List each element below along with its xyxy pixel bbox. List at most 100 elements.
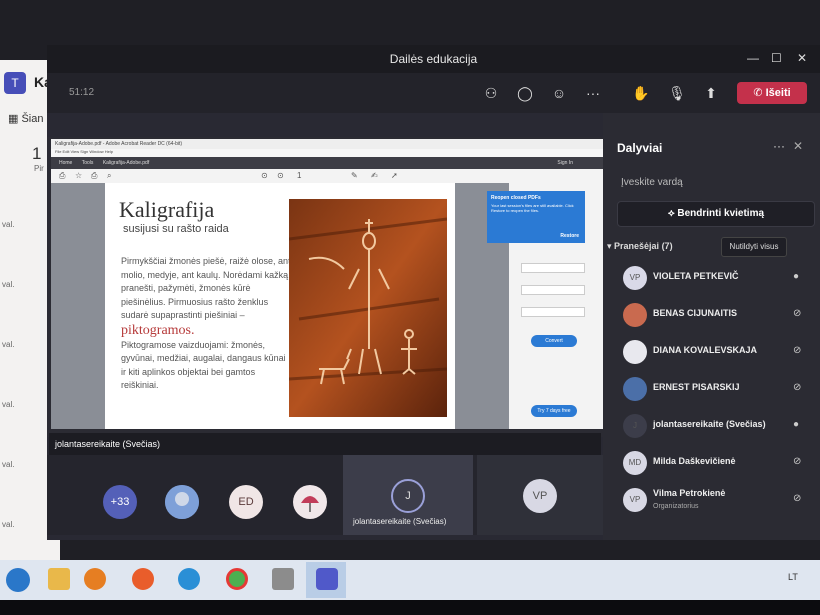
mic-on-icon: ● (793, 419, 800, 430)
participant-row[interactable]: MD Milda Daškevičienė ⊘ (611, 448, 816, 480)
date-number: 1 (32, 144, 42, 163)
participants-panel: Dalyviai ··· ✕ Įveskite vardą ⟡ Bendrint… (603, 113, 820, 540)
people-icon[interactable]: ⚇ (481, 83, 501, 103)
more-icon[interactable]: ··· (583, 83, 603, 103)
acrobat-toolbar: ⎙ ☆ ⎙ ⌕ ⊙ ⊙ 1 ✎ ✍ ➚ (51, 169, 603, 184)
popup-body: Your last session's files are still avai… (491, 203, 574, 213)
avatar: VP (523, 479, 557, 513)
firefox-icon[interactable] (132, 568, 154, 590)
participant-name: Milda Daškevičienė (653, 456, 736, 466)
panel-field (521, 285, 585, 295)
convert-button[interactable]: Convert (531, 335, 577, 347)
avatar: J (391, 479, 425, 513)
avatar: ED (229, 485, 263, 519)
page-down-icon: ⊙ (277, 171, 284, 180)
participant-tile[interactable]: VP (477, 455, 603, 535)
sign-icon: ✍ (371, 171, 378, 180)
meeting-window: Dailės edukacija — ☐ ✕ 51:12 ⚇ ◯ ☺ ··· ✋… (47, 45, 820, 540)
slide-body: Pirmykščiai žmonės piešė, raižė olose, a… (121, 255, 291, 393)
star-icon: ☆ (75, 171, 83, 180)
desktop: T Ka ▦ Šian 1 Pir val. val. val. val. va… (0, 0, 820, 600)
minimize-icon[interactable]: — (747, 51, 759, 65)
participant-row[interactable]: VP Vilma Petrokienė Organizatorius ⊘ (611, 485, 816, 517)
panel-field (521, 307, 585, 317)
participant-row[interactable]: Jjolantasereikaite (Svečias) ● (611, 411, 816, 443)
presenters-header[interactable]: ▾ Pranešėjai (7) (607, 241, 673, 252)
page-up-icon: ⊙ (261, 171, 268, 180)
shared-screen: Kaligrafija-Adobe.pdf - Adobe Acrobat Re… (47, 137, 603, 455)
panel-title: Dalyviai (617, 141, 663, 155)
avatar (165, 485, 199, 519)
petroglyph-image (289, 199, 447, 417)
reactions-icon[interactable]: ☺ (549, 83, 569, 103)
close-icon[interactable]: ✕ (797, 51, 807, 65)
participant-row[interactable]: ERNEST PISARSKIJ ⊘ (611, 374, 816, 406)
media-player-icon[interactable] (84, 568, 106, 590)
pen-icon: ✎ (351, 171, 358, 180)
slide-paragraph: Pirmykščiai žmonės piešė, raižė olose, a… (121, 256, 291, 320)
teams-icon[interactable] (316, 568, 338, 590)
avatar (623, 377, 647, 401)
umbrella-icon (301, 496, 319, 512)
avatar: VP (623, 266, 647, 290)
mute-all-button[interactable]: Nutildyti visus (721, 237, 787, 257)
share-icon[interactable]: ⬆ (701, 83, 721, 103)
mic-off-icon: ⊘ (793, 308, 802, 319)
mic-icon[interactable]: 🎙 (667, 83, 687, 103)
overflow-participants[interactable]: +33 (103, 485, 137, 519)
participant-row[interactable]: BENAS CIJUNAITIS ⊘ (611, 300, 816, 332)
participant-name: Vilma Petrokienė (653, 488, 726, 498)
popup-title: Reopen closed PDFs (491, 195, 541, 201)
start-button[interactable] (6, 568, 30, 592)
chrome-icon[interactable] (226, 568, 248, 590)
mic-off-icon: ⊘ (793, 345, 802, 356)
participant-name: DIANA KOVALEVSKAJA (653, 345, 758, 355)
raise-hand-icon[interactable]: ✋ (631, 83, 651, 103)
avatar (623, 303, 647, 327)
share-link-icon: ⟡ (667, 208, 678, 219)
acrobat-tabs: Home Tools Kaligrafija-Adobe.pdf Sign In (51, 157, 603, 169)
leave-button[interactable]: ✆ Išeiti (737, 82, 807, 104)
avatar (623, 340, 647, 364)
participant-row[interactable]: DIANA KOVALEVSKAJA ⊘ (611, 337, 816, 369)
active-speaker-name: jolantasereikaite (Svečias) (353, 517, 447, 526)
slide-highlight: piktogramos. (121, 322, 195, 338)
sign-in-label: Sign In (557, 160, 573, 166)
language-indicator[interactable]: LT (788, 572, 798, 582)
leave-label: Išeiti (765, 87, 791, 99)
participant-search-input[interactable]: Įveskite vardą (621, 177, 683, 188)
close-panel-icon[interactable]: ✕ (793, 139, 803, 153)
file-explorer-icon[interactable] (48, 568, 70, 590)
time-label: val. (2, 400, 15, 409)
mic-off-icon: ⊘ (793, 493, 802, 504)
share-invite-button[interactable]: ⟡ Bendrinti kvietimą (617, 201, 815, 227)
time-label: val. (2, 280, 15, 289)
page-indicator: 1 (297, 171, 302, 180)
slide-title: Kaligrafija (119, 197, 215, 222)
today-button[interactable]: ▦ Šian (8, 112, 43, 125)
slide-paragraph: Piktogramose vaizduojami: žmonės, gyvūna… (121, 339, 286, 391)
reopen-popup: Reopen closed PDFs Your last session's f… (487, 191, 585, 243)
mic-on-icon: ● (793, 271, 800, 282)
search-icon: ⌕ (107, 171, 112, 180)
window-title: Dailės edukacija (389, 52, 478, 66)
avatar: J (623, 414, 647, 438)
meeting-toolbar: 51:12 ⚇ ◯ ☺ ··· ✋ 🎙 ⬆ ✆ Išeiti (47, 73, 820, 113)
time-label: val. (2, 340, 15, 349)
presenter-label: jolantasereikaite (Svečias) (49, 433, 601, 455)
mic-off-icon: ⊘ (793, 456, 802, 467)
weekday-label: Pir (34, 164, 44, 173)
participant-row[interactable]: VP VIOLETA PETKEVIČ ● (611, 263, 816, 295)
calculator-icon[interactable] (272, 568, 294, 590)
today-label: Šian (21, 113, 44, 125)
maximize-icon[interactable]: ☐ (771, 51, 782, 65)
trial-button[interactable]: Try 7 days free (531, 405, 577, 417)
tab-tools: Tools (81, 160, 94, 166)
chat-icon[interactable]: ◯ (515, 83, 535, 103)
teams-logo-icon[interactable]: T (4, 72, 26, 94)
more-options-icon[interactable]: ··· (773, 139, 785, 153)
restore-button[interactable]: Restore (560, 233, 579, 239)
edge-icon[interactable] (178, 568, 200, 590)
presenters-label: Pranešėjai (7) (614, 241, 673, 251)
acrobat-window: Kaligrafija-Adobe.pdf - Adobe Acrobat Re… (51, 139, 603, 429)
